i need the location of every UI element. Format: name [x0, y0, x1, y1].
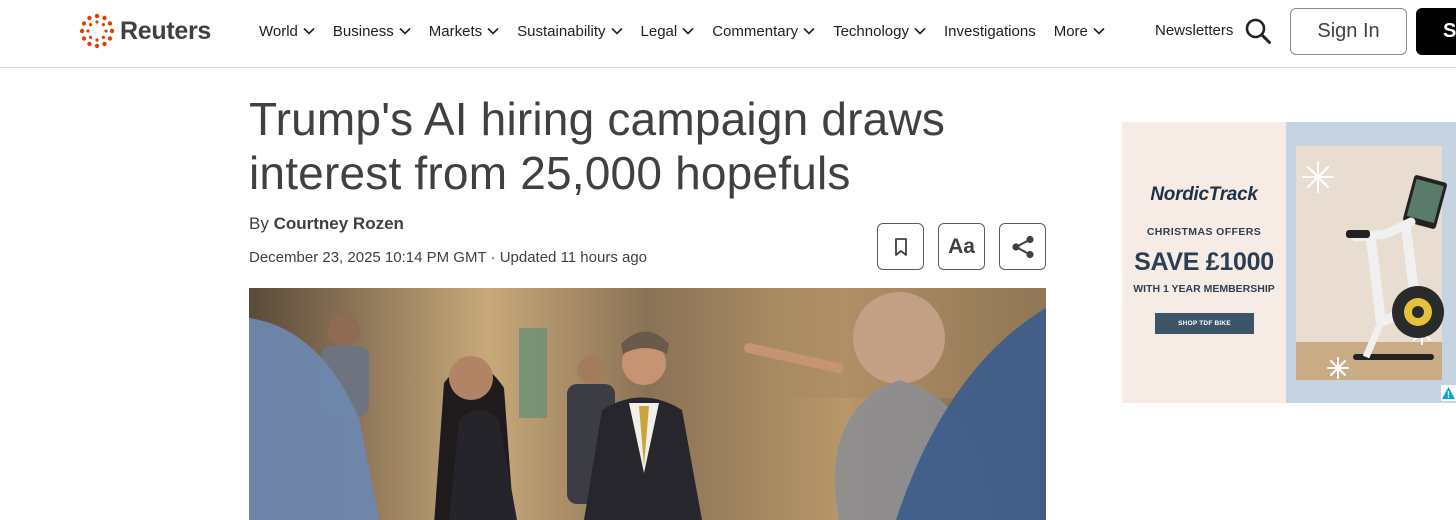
nav-item-label: Investigations — [943, 22, 1036, 40]
article-photo[interactable] — [249, 288, 1046, 520]
chevron-down-icon — [487, 27, 499, 35]
chevron-down-icon — [682, 27, 694, 35]
nav-item-label: Markets — [428, 22, 483, 40]
ad-headline: SAVE £1000 — [1134, 248, 1274, 276]
bookmark-button[interactable] — [877, 223, 924, 270]
share-icon — [1011, 235, 1034, 258]
date-separator: · — [490, 249, 496, 266]
article-headline: Trump's AI hiring campaign draws interes… — [249, 92, 969, 200]
article-byline: By Courtney Rozen — [249, 214, 404, 234]
search-icon[interactable] — [1244, 17, 1272, 45]
share-button[interactable] — [999, 223, 1046, 270]
nav-item-more[interactable]: More — [1054, 23, 1105, 40]
nav-item-label: More — [1053, 22, 1088, 40]
main-nav: World Business Markets Sustainability Le… — [259, 0, 1105, 62]
nav-item-label: Technology — [833, 22, 909, 40]
logo-wordmark: Reuters — [120, 16, 211, 45]
reuters-logo[interactable]: Reuters — [79, 13, 211, 49]
bookmark-icon — [894, 237, 907, 256]
ad-choices-icon[interactable] — [1441, 385, 1456, 401]
nav-item-commentary[interactable]: Commentary — [712, 23, 815, 40]
nav-item-technology[interactable]: Technology — [833, 23, 926, 40]
headline-line-1: Trump's AI hiring campaign draws — [249, 93, 946, 145]
nav-item-markets[interactable]: Markets — [429, 23, 499, 40]
article-photo-image — [249, 288, 1046, 520]
ad-membership: WITH 1 YEAR MEMBERSHIP — [1133, 283, 1275, 295]
advertisement[interactable]: NordicTrack CHRISTMAS OFFERS SAVE £1000 … — [1122, 122, 1456, 403]
headline-line-2: interest from 25,000 hopefuls — [249, 147, 851, 199]
chevron-down-icon — [803, 27, 815, 35]
nav-item-investigations[interactable]: Investigations — [944, 23, 1036, 40]
warning-triangle-icon — [1442, 387, 1455, 399]
nav-item-label: World — [259, 22, 298, 40]
nav-item-label: Legal — [640, 22, 678, 40]
updated-time: Updated 11 hours ago — [499, 249, 648, 266]
nav-item-label: Sustainability — [517, 22, 606, 40]
subscribe-button[interactable]: S — [1416, 8, 1456, 55]
nav-item-legal[interactable]: Legal — [641, 23, 695, 40]
ad-cta-button[interactable]: SHOP TDF BIKE — [1155, 313, 1254, 334]
ad-brand: NordicTrack — [1150, 184, 1258, 205]
font-size-button[interactable]: Aa — [938, 223, 985, 270]
sign-in-button[interactable]: Sign In — [1290, 8, 1407, 55]
author-link[interactable]: Courtney Rozen — [274, 214, 404, 233]
article-dateline: December 23, 2025 10:14 PM GMT · Updated… — [249, 249, 647, 266]
publish-date: December 23, 2025 10:14 PM GMT — [249, 249, 487, 266]
ad-text-panel: NordicTrack CHRISTMAS OFFERS SAVE £1000 … — [1122, 122, 1286, 403]
site-header: Reuters World Business Markets Sustainab… — [0, 0, 1456, 68]
newsletters-link[interactable]: Newsletters — [1155, 22, 1233, 39]
nav-item-world[interactable]: World — [259, 23, 315, 40]
nav-item-sustainability[interactable]: Sustainability — [517, 22, 623, 40]
chevron-down-icon — [399, 27, 411, 35]
chevron-down-icon — [610, 27, 623, 35]
nav-item-business[interactable]: Business — [333, 23, 411, 40]
reuters-logo-icon — [79, 13, 115, 49]
byline-prefix: By — [249, 214, 269, 233]
chevron-down-icon — [914, 27, 926, 35]
nav-item-label: Business — [332, 22, 394, 40]
exercise-bike-image — [1286, 122, 1456, 403]
ad-subheading: CHRISTMAS OFFERS — [1146, 226, 1262, 238]
chevron-down-icon — [1093, 27, 1105, 35]
nav-item-label: Commentary — [712, 22, 799, 40]
chevron-down-icon — [303, 27, 315, 35]
ad-image-panel — [1286, 122, 1456, 403]
